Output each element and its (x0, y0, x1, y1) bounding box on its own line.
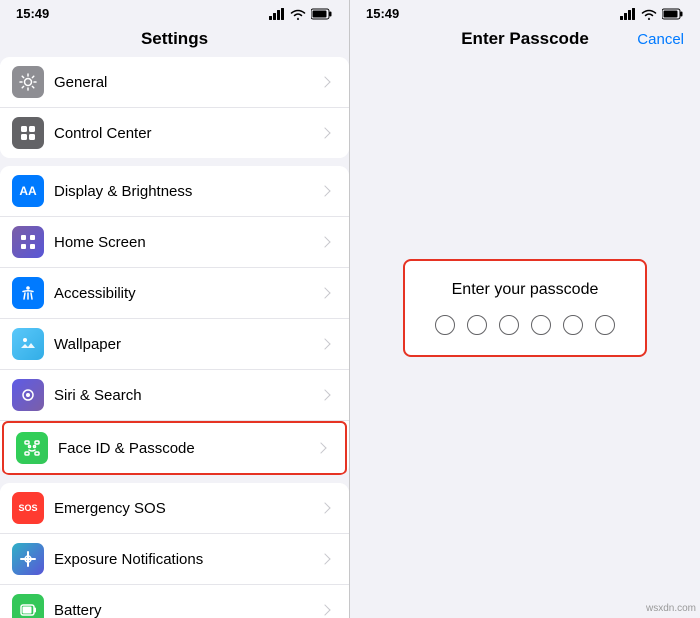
home-screen-icon (12, 226, 44, 258)
settings-group-1: General Control Center (0, 57, 349, 158)
battery-label: Battery (54, 602, 321, 618)
settings-group-2: AA Display & Brightness Home Screen Acce… (0, 166, 349, 475)
wifi-icon (290, 8, 306, 20)
settings-item-control-center[interactable]: Control Center (0, 108, 349, 158)
left-nav-title: Settings (0, 25, 349, 57)
left-status-icons (269, 8, 333, 20)
settings-item-emergency[interactable]: SOS Emergency SOS (0, 483, 349, 534)
passcode-dot-5 (563, 315, 583, 335)
battery-settings-icon (12, 594, 44, 618)
face-id-icon (16, 432, 48, 464)
passcode-dot-4 (531, 315, 551, 335)
control-center-label: Control Center (54, 125, 321, 142)
emergency-chevron (319, 502, 330, 513)
accessibility-chevron (319, 287, 330, 298)
left-time: 15:49 (16, 6, 49, 21)
right-status-icons (620, 8, 684, 20)
right-nav-title: Enter Passcode (461, 29, 589, 49)
wallpaper-chevron (319, 338, 330, 349)
watermark: wsxdn.com (646, 603, 696, 614)
accessibility-icon (12, 277, 44, 309)
home-screen-chevron (319, 236, 330, 247)
home-screen-label: Home Screen (54, 234, 321, 251)
right-nav-header: Enter Passcode Cancel (350, 25, 700, 57)
passcode-box: Enter your passcode (403, 259, 647, 357)
passcode-dot-1 (435, 315, 455, 335)
emergency-label: Emergency SOS (54, 500, 321, 517)
passcode-dot-3 (499, 315, 519, 335)
right-battery-icon (662, 8, 684, 20)
general-chevron (319, 76, 330, 87)
settings-item-siri[interactable]: Siri & Search (0, 370, 349, 421)
passcode-dot-6 (595, 315, 615, 335)
settings-item-accessibility[interactable]: Accessibility (0, 268, 349, 319)
face-id-label: Face ID & Passcode (58, 440, 317, 457)
right-signal-icon (620, 8, 636, 20)
passcode-dot-2 (467, 315, 487, 335)
wallpaper-label: Wallpaper (54, 336, 321, 353)
right-time: 15:49 (366, 6, 399, 21)
display-icon: AA (12, 175, 44, 207)
settings-list: General Control Center AA Display & Brig… (0, 57, 349, 618)
passcode-content: Enter your passcode (350, 57, 700, 618)
settings-item-face-id[interactable]: Face ID & Passcode (2, 421, 347, 475)
exposure-chevron (319, 553, 330, 564)
settings-item-display[interactable]: AA Display & Brightness (0, 166, 349, 217)
accessibility-label: Accessibility (54, 285, 321, 302)
siri-icon (12, 379, 44, 411)
left-panel: 15:49 Settings (0, 0, 350, 618)
general-icon (12, 66, 44, 98)
control-center-chevron (319, 127, 330, 138)
signal-icon (269, 8, 285, 20)
siri-chevron (319, 389, 330, 400)
cancel-button[interactable]: Cancel (637, 31, 684, 48)
display-chevron (319, 185, 330, 196)
right-status-bar: 15:49 (350, 0, 700, 25)
face-id-chevron (315, 442, 326, 453)
settings-item-home-screen[interactable]: Home Screen (0, 217, 349, 268)
display-label: Display & Brightness (54, 183, 321, 200)
control-center-icon (12, 117, 44, 149)
settings-item-wallpaper[interactable]: Wallpaper (0, 319, 349, 370)
wallpaper-icon (12, 328, 44, 360)
settings-item-exposure[interactable]: Exposure Notifications (0, 534, 349, 585)
settings-group-3: SOS Emergency SOS Exposure Notifications… (0, 483, 349, 618)
left-status-bar: 15:49 (0, 0, 349, 25)
exposure-icon (12, 543, 44, 575)
right-wifi-icon (641, 8, 657, 20)
settings-item-general[interactable]: General (0, 57, 349, 108)
passcode-prompt: Enter your passcode (452, 281, 599, 299)
passcode-dots (435, 315, 615, 335)
exposure-label: Exposure Notifications (54, 551, 321, 568)
right-panel: 15:49 Enter Passcode Cancel (350, 0, 700, 618)
settings-item-battery[interactable]: Battery (0, 585, 349, 618)
siri-label: Siri & Search (54, 387, 321, 404)
battery-icon (311, 8, 333, 20)
general-label: General (54, 74, 321, 91)
emergency-icon: SOS (12, 492, 44, 524)
battery-chevron (319, 604, 330, 615)
